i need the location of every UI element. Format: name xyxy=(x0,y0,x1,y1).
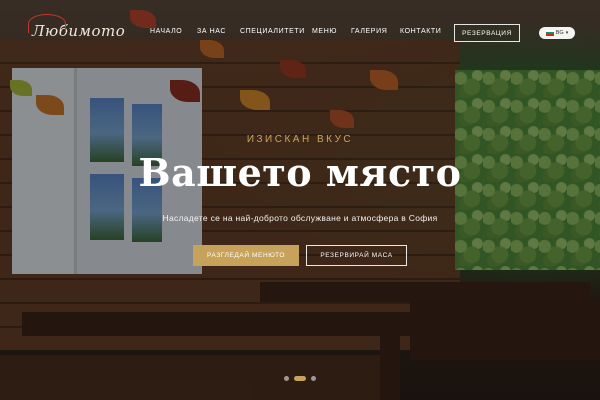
hero-eyebrow: ИЗИСКАН ВКУС xyxy=(246,134,354,145)
nav-item-about[interactable]: ЗА НАС xyxy=(197,28,226,35)
chevron-down-icon: ▾ xyxy=(565,30,569,36)
nav-item-specialties[interactable]: СПЕЦИАЛИТЕТИ xyxy=(240,28,305,35)
slide-dot-2[interactable] xyxy=(294,376,306,381)
nav-item-home[interactable]: НАЧАЛО xyxy=(150,28,182,35)
hero-headline: Вашето място xyxy=(138,150,462,195)
language-code: BG xyxy=(555,30,564,36)
hero-background xyxy=(0,0,600,400)
slider-pagination xyxy=(284,376,316,381)
slide-dot-3[interactable] xyxy=(311,376,316,381)
reserve-table-button-label: РЕЗЕРВИРАЙ МАСА xyxy=(320,252,393,259)
nav-item-contacts[interactable]: КОНТАКТИ xyxy=(400,28,441,35)
reservation-button-label: РЕЗЕРВАЦИЯ xyxy=(462,29,512,37)
nav-item-menu[interactable]: МЕНЮ xyxy=(312,28,337,35)
heart-icon xyxy=(28,14,66,33)
reserve-table-button[interactable]: РЕЗЕРВИРАЙ МАСА xyxy=(306,245,407,266)
brand-logo[interactable]: Любимото xyxy=(28,14,125,40)
bulgarian-flag-icon xyxy=(545,30,554,36)
hero-subline: Насладете се на най-доброто обслужване и… xyxy=(162,213,438,223)
view-menu-button[interactable]: РАЗГЛЕДАЙ МЕНЮТО xyxy=(193,245,299,266)
nav-item-gallery[interactable]: ГАЛЕРИЯ xyxy=(351,28,387,35)
view-menu-button-label: РАЗГЛЕДАЙ МЕНЮТО xyxy=(206,252,286,259)
reservation-button[interactable]: РЕЗЕРВАЦИЯ xyxy=(454,24,520,42)
slide-dot-1[interactable] xyxy=(284,376,289,381)
language-selector[interactable]: BG ▾ xyxy=(539,27,575,39)
